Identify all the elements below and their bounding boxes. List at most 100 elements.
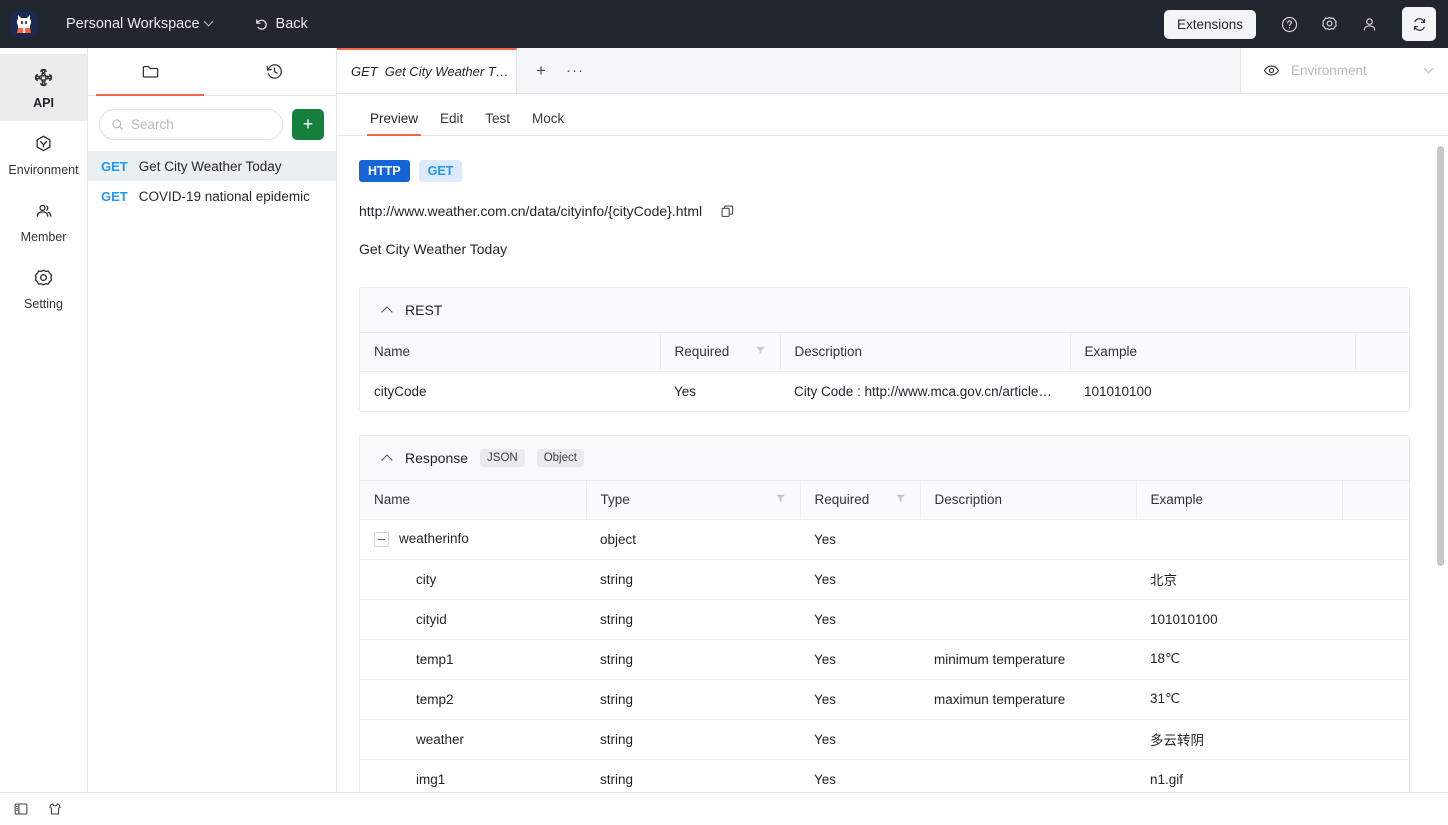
param-name: cityCode [374, 383, 427, 399]
new-tab-button[interactable]: + [527, 57, 555, 85]
field-type: string [586, 719, 800, 760]
field-required: Yes [800, 599, 920, 640]
add-api-button[interactable]: + [292, 109, 324, 140]
column-header-type: Type [586, 481, 801, 520]
filter-icon[interactable] [895, 492, 906, 507]
chevron-up-icon [382, 453, 393, 464]
table-header-row: Name Type Required Description Example [360, 481, 1409, 520]
protocol-badge: HTTP [359, 160, 410, 182]
plus-icon: + [302, 113, 314, 134]
field-blank [1342, 679, 1409, 720]
column-label: Required [674, 344, 730, 360]
refresh-button[interactable] [1402, 7, 1436, 41]
eye-icon [1263, 65, 1280, 76]
rest-params-table: Name Required Description Example cityCo… [360, 333, 1409, 411]
extensions-button[interactable]: Extensions [1163, 9, 1256, 39]
top-bar-actions: Extensions [1163, 7, 1436, 41]
field-name: img1 [416, 771, 446, 787]
api-url: http://www.weather.com.cn/data/cityinfo/… [359, 203, 703, 219]
tab-edit[interactable]: Edit [429, 111, 474, 135]
api-badges: HTTP GET [359, 160, 1410, 182]
table-row: cityid string Yes 101010100 [360, 599, 1409, 640]
list-search-row: Search + [88, 96, 336, 151]
chevron-down-icon [205, 18, 214, 27]
filter-icon [775, 495, 785, 503]
app-window: Personal Workspace Back Extensions API E… [0, 0, 1448, 825]
help-button[interactable] [1272, 7, 1306, 41]
column-header-description: Description [920, 481, 1137, 520]
table-row: weather string Yes 多云转阴 [360, 719, 1409, 760]
column-header-name: Name [360, 333, 661, 372]
document-tab[interactable]: GET Get City Weather T… [337, 48, 517, 93]
field-type: string [586, 559, 800, 600]
api-description: Get City Weather Today [359, 241, 508, 257]
method-badge: GET [101, 158, 128, 174]
field-type: string [600, 771, 634, 787]
sidebar-item-label: Setting [24, 297, 63, 311]
folder-tab[interactable] [88, 48, 212, 96]
workspace-selector[interactable]: Personal Workspace [60, 11, 220, 37]
gear-icon [34, 269, 53, 286]
list-item-label: Get City Weather Today [138, 158, 282, 174]
tab-more-button[interactable]: ··· [561, 57, 589, 85]
field-name: city [360, 559, 586, 600]
rest-section-title: REST [405, 302, 443, 318]
top-bar: Personal Workspace Back Extensions [0, 0, 1448, 48]
field-blank [1342, 559, 1409, 600]
collapse-node-toggle[interactable] [374, 531, 389, 547]
response-section-title: Response [405, 450, 469, 466]
hexagon-environment-icon [36, 135, 51, 152]
api-url-row: http://www.weather.com.cn/data/cityinfo/… [359, 203, 1410, 219]
sidebar-item-api[interactable]: API [0, 54, 87, 121]
field-name: temp1 [360, 639, 586, 680]
user-icon [1363, 17, 1375, 30]
filter-icon[interactable] [775, 492, 786, 507]
field-example: 31℃ [1136, 679, 1342, 720]
field-type: object [586, 519, 800, 560]
chevron-down-icon [1425, 65, 1434, 74]
tab-preview[interactable]: Preview [359, 111, 429, 136]
search-placeholder: Search [131, 117, 174, 132]
tab-test[interactable]: Test [474, 111, 521, 135]
scrollbar-thumb[interactable] [1437, 146, 1444, 566]
field-type: string [586, 679, 800, 720]
back-button[interactable]: Back [248, 11, 314, 37]
sidebar-item-member[interactable]: Member [0, 188, 87, 255]
response-section-header[interactable]: Response JSON Object [360, 436, 1409, 481]
field-description: maximun temperature [920, 679, 1136, 720]
rest-section-header[interactable]: REST [360, 288, 1409, 333]
folder-icon [142, 65, 158, 78]
list-item[interactable]: GET Get City Weather Today [88, 151, 336, 181]
sidebar-item-label: Environment [8, 163, 79, 177]
field-blank [1342, 719, 1409, 760]
settings-button[interactable] [1312, 7, 1346, 41]
apifox-cat-logo [10, 10, 38, 38]
panel-layout-icon[interactable] [13, 801, 29, 817]
field-type: string [586, 599, 800, 640]
list-item[interactable]: GET COVID-19 national epidemic [88, 181, 336, 211]
field-blank [1342, 599, 1409, 640]
content-scrollbar[interactable] [1437, 146, 1445, 782]
sidebar-item-environment[interactable]: Environment [0, 121, 87, 188]
column-header-example: Example [1070, 333, 1356, 372]
column-label: Type [600, 492, 630, 508]
filter-icon[interactable] [755, 344, 766, 359]
search-input[interactable]: Search [99, 109, 283, 140]
panel-layout-icon [14, 803, 28, 815]
column-header-name: Name [360, 481, 587, 520]
field-name: weatherinfo [360, 519, 586, 560]
table-row: img1 string Yes n1.gif [360, 759, 1409, 792]
field-required: Yes [800, 639, 920, 680]
account-button[interactable] [1352, 7, 1386, 41]
environment-selector[interactable]: Environment [1240, 48, 1448, 93]
sidebar-item-setting[interactable]: Setting [0, 255, 87, 322]
column-header-description: Description [780, 333, 1071, 372]
tab-mock[interactable]: Mock [521, 111, 575, 135]
history-tab[interactable] [212, 48, 336, 95]
tab-actions: + ··· [517, 48, 589, 93]
field-example: 101010100 [1136, 599, 1342, 640]
api-plug-icon [34, 68, 53, 87]
copy-icon[interactable] [720, 204, 735, 219]
table-row: cityCode Yes City Code : http://www.mca.… [360, 371, 1409, 411]
shirt-icon[interactable] [47, 801, 63, 817]
